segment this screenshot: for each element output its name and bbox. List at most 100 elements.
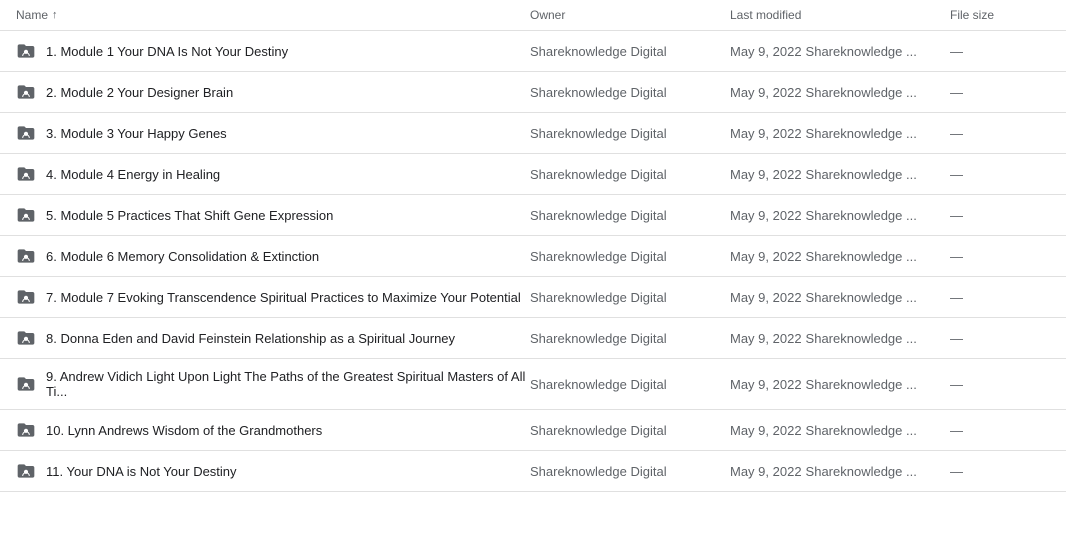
row-label: 10. Lynn Andrews Wisdom of the Grandmoth… [46, 423, 322, 438]
modified-date: May 9, 2022 [730, 85, 802, 100]
modified-user: Shareknowledge ... [806, 464, 917, 479]
row-owner-cell: Shareknowledge Digital [530, 249, 730, 264]
folder-shared-icon [16, 287, 36, 307]
row-size-cell: — [950, 423, 1050, 438]
folder-shared-icon [16, 205, 36, 225]
row-owner-cell: Shareknowledge Digital [530, 44, 730, 59]
row-size-cell: — [950, 126, 1050, 141]
table-header: Name ↑ Owner Last modified File size [0, 0, 1066, 31]
modified-user: Shareknowledge ... [806, 331, 917, 346]
table-row[interactable]: 2. Module 2 Your Designer Brain Sharekno… [0, 72, 1066, 113]
row-modified-cell: May 9, 2022 Shareknowledge ... [730, 249, 950, 264]
table-row[interactable]: 8. Donna Eden and David Feinstein Relati… [0, 318, 1066, 359]
row-size-cell: — [950, 167, 1050, 182]
sort-arrow: ↑ [52, 9, 58, 21]
modified-user: Shareknowledge ... [806, 167, 917, 182]
modified-user: Shareknowledge ... [806, 290, 917, 305]
row-modified-cell: May 9, 2022 Shareknowledge ... [730, 44, 950, 59]
row-modified-cell: May 9, 2022 Shareknowledge ... [730, 464, 950, 479]
row-modified-cell: May 9, 2022 Shareknowledge ... [730, 167, 950, 182]
table-row[interactable]: 9. Andrew Vidich Light Upon Light The Pa… [0, 359, 1066, 410]
table-row[interactable]: 10. Lynn Andrews Wisdom of the Grandmoth… [0, 410, 1066, 451]
row-modified-cell: May 9, 2022 Shareknowledge ... [730, 85, 950, 100]
row-owner-cell: Shareknowledge Digital [530, 85, 730, 100]
row-name-cell: 8. Donna Eden and David Feinstein Relati… [16, 328, 530, 348]
row-label: 3. Module 3 Your Happy Genes [46, 126, 227, 141]
folder-shared-icon [16, 461, 36, 481]
row-label: 9. Andrew Vidich Light Upon Light The Pa… [46, 369, 530, 399]
row-label: 2. Module 2 Your Designer Brain [46, 85, 233, 100]
row-label: 7. Module 7 Evoking Transcendence Spirit… [46, 290, 521, 305]
row-name-cell: 3. Module 3 Your Happy Genes [16, 123, 530, 143]
row-owner-cell: Shareknowledge Digital [530, 464, 730, 479]
header-name[interactable]: Name ↑ [16, 8, 530, 22]
row-owner-cell: Shareknowledge Digital [530, 290, 730, 305]
row-modified-cell: May 9, 2022 Shareknowledge ... [730, 423, 950, 438]
folder-shared-icon [16, 41, 36, 61]
row-name-cell: 2. Module 2 Your Designer Brain [16, 82, 530, 102]
table-row[interactable]: 3. Module 3 Your Happy Genes Shareknowle… [0, 113, 1066, 154]
modified-date: May 9, 2022 [730, 290, 802, 305]
modified-date: May 9, 2022 [730, 423, 802, 438]
header-owner: Owner [530, 8, 730, 22]
row-size-cell: — [950, 290, 1050, 305]
row-size-cell: — [950, 331, 1050, 346]
modified-date: May 9, 2022 [730, 331, 802, 346]
modified-date: May 9, 2022 [730, 126, 802, 141]
row-modified-cell: May 9, 2022 Shareknowledge ... [730, 377, 950, 392]
row-size-cell: — [950, 44, 1050, 59]
row-modified-cell: May 9, 2022 Shareknowledge ... [730, 290, 950, 305]
row-label: 4. Module 4 Energy in Healing [46, 167, 220, 182]
table-row[interactable]: 7. Module 7 Evoking Transcendence Spirit… [0, 277, 1066, 318]
name-label: Name [16, 8, 48, 22]
folder-shared-icon [16, 328, 36, 348]
row-name-cell: 4. Module 4 Energy in Healing [16, 164, 530, 184]
table-row[interactable]: 4. Module 4 Energy in Healing Shareknowl… [0, 154, 1066, 195]
row-name-cell: 6. Module 6 Memory Consolidation & Extin… [16, 246, 530, 266]
modified-user: Shareknowledge ... [806, 377, 917, 392]
folder-shared-icon [16, 420, 36, 440]
row-size-cell: — [950, 377, 1050, 392]
table-body: 1. Module 1 Your DNA Is Not Your Destiny… [0, 31, 1066, 492]
modified-user: Shareknowledge ... [806, 44, 917, 59]
table-row[interactable]: 1. Module 1 Your DNA Is Not Your Destiny… [0, 31, 1066, 72]
row-owner-cell: Shareknowledge Digital [530, 423, 730, 438]
row-size-cell: — [950, 464, 1050, 479]
row-owner-cell: Shareknowledge Digital [530, 126, 730, 141]
header-modified: Last modified [730, 8, 950, 22]
row-name-cell: 10. Lynn Andrews Wisdom of the Grandmoth… [16, 420, 530, 440]
folder-shared-icon [16, 123, 36, 143]
row-owner-cell: Shareknowledge Digital [530, 208, 730, 223]
folder-shared-icon [16, 246, 36, 266]
row-modified-cell: May 9, 2022 Shareknowledge ... [730, 331, 950, 346]
row-modified-cell: May 9, 2022 Shareknowledge ... [730, 208, 950, 223]
row-name-cell: 11. Your DNA is Not Your Destiny [16, 461, 530, 481]
row-label: 5. Module 5 Practices That Shift Gene Ex… [46, 208, 333, 223]
header-size: File size [950, 8, 1050, 22]
modified-user: Shareknowledge ... [806, 423, 917, 438]
modified-date: May 9, 2022 [730, 208, 802, 223]
table-row[interactable]: 6. Module 6 Memory Consolidation & Extin… [0, 236, 1066, 277]
table-row[interactable]: 5. Module 5 Practices That Shift Gene Ex… [0, 195, 1066, 236]
modified-date: May 9, 2022 [730, 167, 802, 182]
modified-date: May 9, 2022 [730, 249, 802, 264]
row-owner-cell: Shareknowledge Digital [530, 331, 730, 346]
row-name-cell: 1. Module 1 Your DNA Is Not Your Destiny [16, 41, 530, 61]
row-name-cell: 7. Module 7 Evoking Transcendence Spirit… [16, 287, 530, 307]
row-name-cell: 9. Andrew Vidich Light Upon Light The Pa… [16, 369, 530, 399]
modified-user: Shareknowledge ... [806, 249, 917, 264]
modified-date: May 9, 2022 [730, 44, 802, 59]
table-row[interactable]: 11. Your DNA is Not Your Destiny Sharekn… [0, 451, 1066, 492]
folder-shared-icon [16, 374, 36, 394]
row-label: 8. Donna Eden and David Feinstein Relati… [46, 331, 455, 346]
row-owner-cell: Shareknowledge Digital [530, 377, 730, 392]
file-table: Name ↑ Owner Last modified File size 1. … [0, 0, 1066, 492]
folder-shared-icon [16, 82, 36, 102]
modified-date: May 9, 2022 [730, 464, 802, 479]
row-size-cell: — [950, 85, 1050, 100]
row-label: 11. Your DNA is Not Your Destiny [46, 464, 237, 479]
modified-user: Shareknowledge ... [806, 208, 917, 223]
row-owner-cell: Shareknowledge Digital [530, 167, 730, 182]
modified-user: Shareknowledge ... [806, 85, 917, 100]
row-modified-cell: May 9, 2022 Shareknowledge ... [730, 126, 950, 141]
